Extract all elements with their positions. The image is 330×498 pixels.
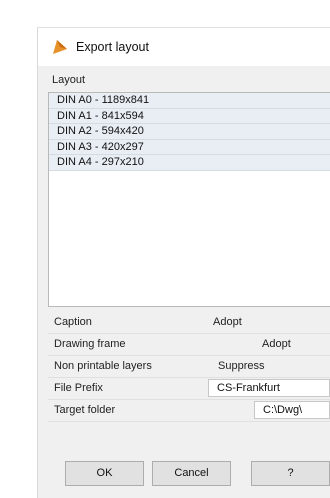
target-folder-row: Target folder C:\Dwg\ (48, 399, 330, 422)
title-bar: Export layout (38, 28, 330, 66)
caption-value[interactable]: Adopt (213, 316, 242, 328)
non-printable-label: Non printable layers (54, 360, 152, 372)
file-prefix-row: File Prefix CS-Frankfurt (48, 377, 330, 400)
app-triangle-icon (52, 39, 68, 55)
non-printable-row: Non printable layers Suppress (48, 355, 330, 378)
layout-list[interactable]: DIN A0 - 1189x841 DIN A1 - 841x594 DIN A… (48, 92, 330, 307)
help-button[interactable]: ? (251, 461, 330, 486)
ok-button[interactable]: OK (65, 461, 144, 486)
drawing-frame-value[interactable]: Adopt (262, 338, 291, 350)
cancel-button[interactable]: Cancel (152, 461, 231, 486)
dialog-title: Export layout (76, 40, 149, 54)
caption-row: Caption Adopt (48, 311, 330, 334)
file-prefix-input[interactable]: CS-Frankfurt (208, 379, 330, 397)
drawing-frame-label: Drawing frame (54, 338, 126, 350)
drawing-frame-row: Drawing frame Adopt (48, 333, 330, 356)
list-item[interactable]: DIN A2 - 594x420 (49, 124, 330, 140)
list-item[interactable]: DIN A3 - 420x297 (49, 139, 330, 155)
non-printable-value[interactable]: Suppress (218, 360, 264, 372)
file-prefix-label: File Prefix (54, 382, 103, 394)
list-item[interactable]: DIN A4 - 297x210 (49, 155, 330, 171)
layout-label: Layout (52, 74, 86, 86)
target-folder-label: Target folder (54, 404, 116, 416)
list-item[interactable]: DIN A1 - 841x594 (49, 108, 330, 124)
list-item[interactable]: DIN A0 - 1189x841 (49, 93, 330, 109)
target-folder-input[interactable]: C:\Dwg\ (254, 401, 330, 419)
caption-label: Caption (54, 316, 92, 328)
export-layout-dialog: Export layout Layout DIN A0 - 1189x841 D… (37, 27, 330, 498)
